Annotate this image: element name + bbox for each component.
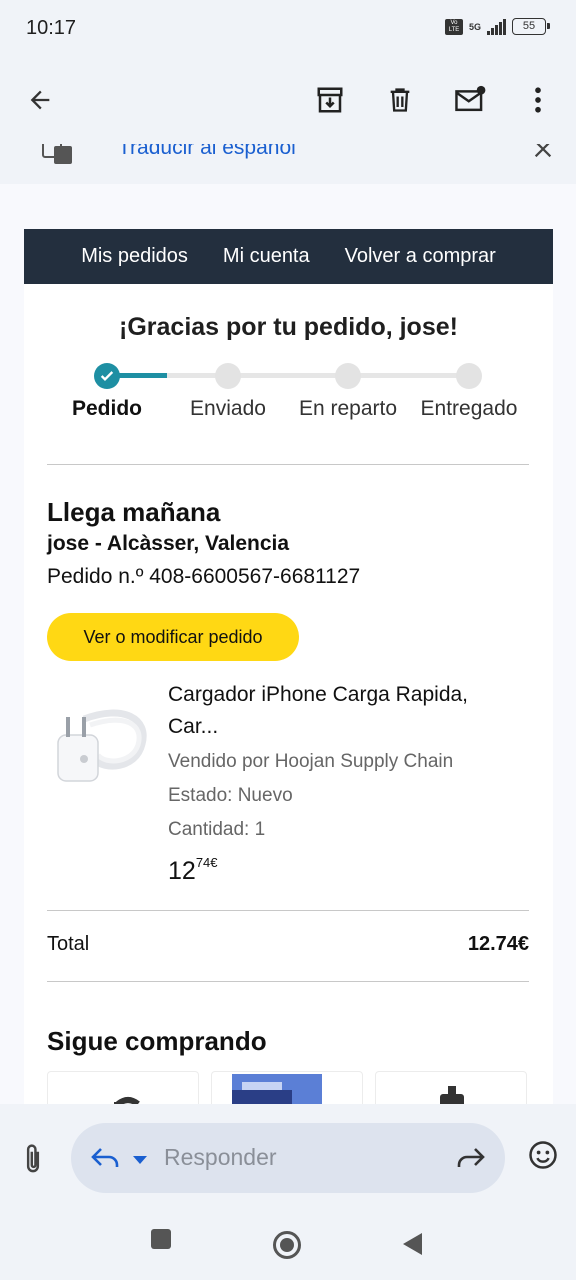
product-image[interactable] [54,699,150,785]
view-modify-order-button[interactable]: Ver o modificar pedido [47,613,299,661]
nav-my-orders[interactable]: Mis pedidos [81,245,188,268]
check-icon [100,371,114,381]
status-icons: Vo LTE 5G 55 [444,18,550,35]
order-progress-tracker [24,361,553,391]
step-dot-shipped [215,363,241,389]
back-nav-icon[interactable] [402,1232,424,1261]
price-whole: 12 [168,857,196,885]
recommendation-image [232,1074,322,1104]
recommendation-image [114,1097,140,1104]
back-arrow-icon[interactable] [18,78,62,122]
step-dot-ordered [94,363,120,389]
forward-icon[interactable] [455,1145,485,1176]
thanks-heading: ¡Gracias por tu pedido, jose! [119,313,458,341]
product-quantity: Cantidad: 1 [168,819,266,840]
system-nav-bar [0,1204,576,1280]
recommendation-card[interactable] [375,1071,527,1104]
step-dot-out-for-delivery [335,363,361,389]
product-seller: Vendido por Hoojan Supply Chain [168,751,454,772]
reply-field[interactable]: Responder [71,1123,505,1193]
recents-icon[interactable] [150,1228,172,1255]
step-label-out-for-delivery: En reparto [298,397,398,420]
mark-unread-icon[interactable] [448,78,492,122]
divider [47,910,529,911]
total-label: Total [47,933,90,955]
volte-icon: Vo LTE [444,18,463,35]
total-value: 12.74€ [467,933,529,955]
product-condition: Estado: Nuevo [168,785,293,806]
nav-buy-again[interactable]: Volver a comprar [345,245,496,268]
status-time: 10:17 [26,17,77,39]
delete-icon[interactable] [378,78,422,122]
step-label-shipped: Enviado [190,397,266,420]
email-toolbar [0,58,576,144]
order-number: Pedido n.º 408-6600567-6681127 [47,565,361,588]
email-body: Mis pedidos Mi cuenta Volver a comprar ¡… [0,184,576,1104]
divider [47,981,529,982]
shipping-address: jose - Alcàsser, Valencia [47,532,290,555]
signal-icon [487,18,506,35]
recommendation-card[interactable] [47,1071,199,1104]
chevron-down-icon[interactable] [133,1153,147,1171]
reply-placeholder: Responder [164,1144,277,1170]
more-vert-icon[interactable] [516,78,560,122]
product-title[interactable]: Cargador iPhone Carga Rapida, Car... [168,679,518,743]
recommendation-card[interactable] [211,1071,363,1104]
reply-bar: Responder [0,1104,576,1204]
step-label-ordered: Pedido [71,397,142,420]
price-fraction: 74€ [195,855,218,870]
product-price: 1274€ [168,855,218,886]
emoji-icon[interactable] [528,1140,558,1175]
keep-shopping-heading: Sigue comprando [47,1026,267,1056]
attach-icon[interactable] [18,1142,48,1181]
translate-banner: Traducir al español [0,144,576,184]
battery-icon: 55 [512,18,550,35]
nav-my-account[interactable]: Mi cuenta [223,245,310,268]
translate-icon [42,144,74,171]
divider [47,464,529,465]
archive-icon[interactable] [308,78,352,122]
home-icon[interactable] [272,1230,302,1265]
email-nav-bar: Mis pedidos Mi cuenta Volver a comprar [24,229,553,284]
step-label-delivered: Entregado [420,397,518,420]
reply-icon[interactable] [91,1145,121,1176]
network-type: 5G [468,21,481,32]
close-icon[interactable] [532,144,554,165]
step-dot-delivered [456,363,482,389]
recommendation-image [440,1086,464,1104]
arrival-heading: Llega mañana [47,497,221,527]
translate-link[interactable]: Traducir al español [118,144,296,160]
status-bar: 10:17 Vo LTE 5G 55 [0,0,576,58]
order-card: Mis pedidos Mi cuenta Volver a comprar ¡… [24,229,553,1104]
